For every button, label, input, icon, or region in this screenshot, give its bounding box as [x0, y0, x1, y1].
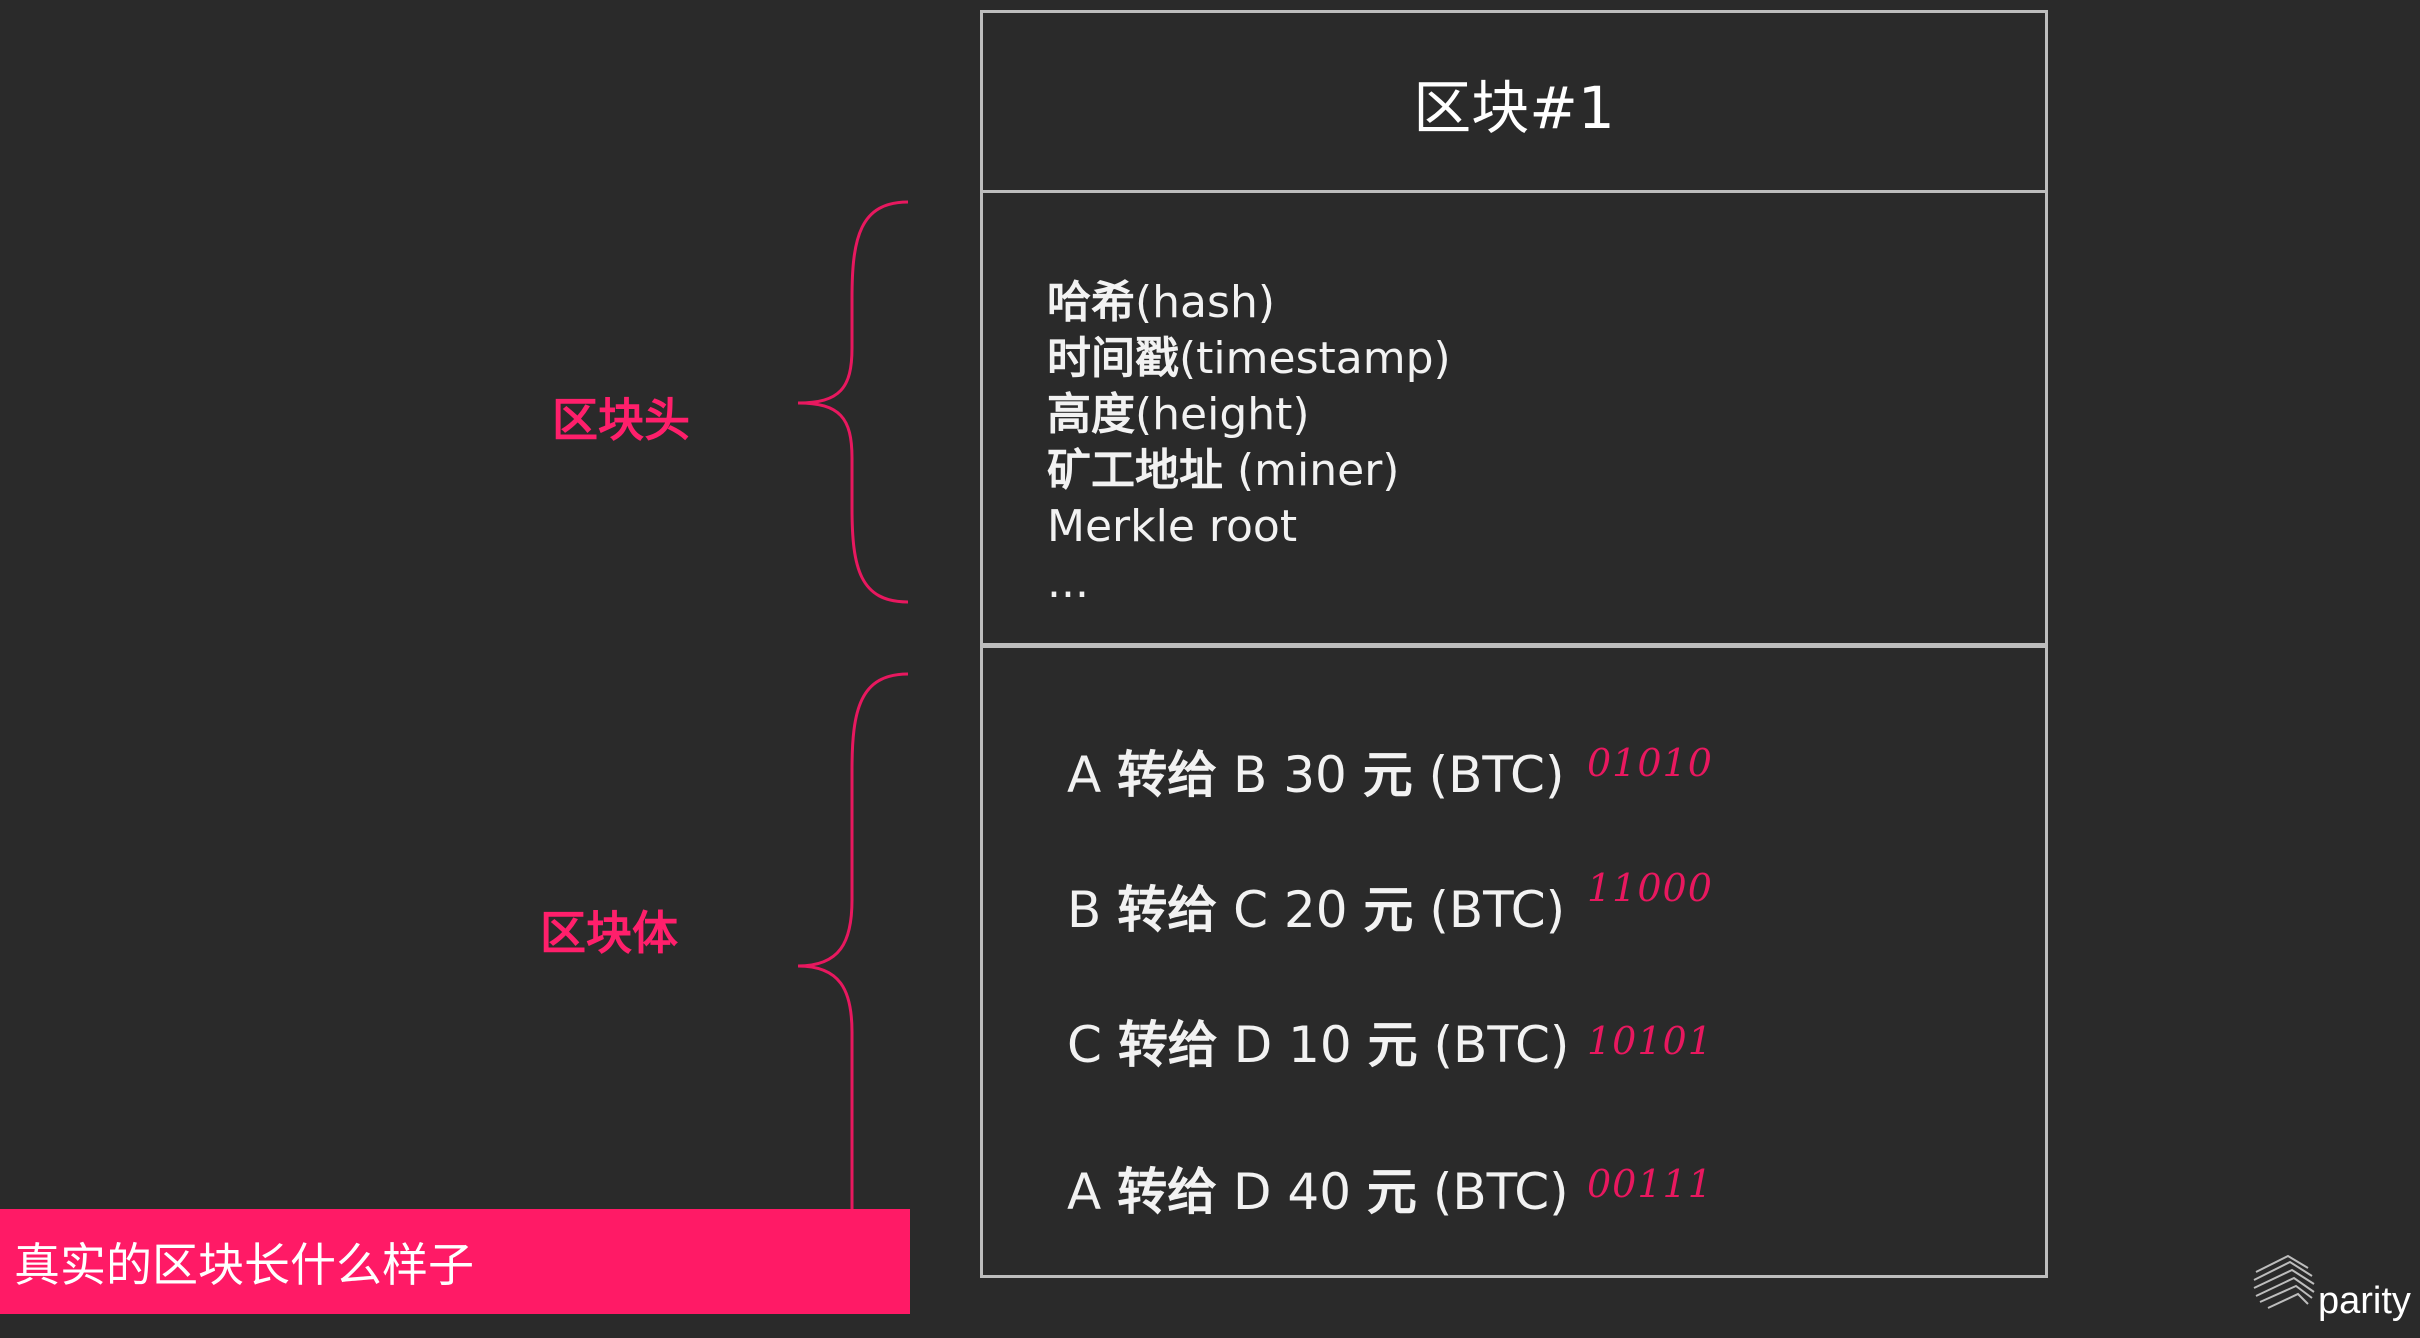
- header-field-timestamp: 时间戳(timestamp): [1047, 333, 1451, 384]
- block-header-fields: 哈希(hash) 时间戳(timestamp) 高度(height) 矿工地址 …: [1047, 275, 1451, 611]
- transaction-row: B 转给 C 20 元 (BTC) 11000: [1067, 866, 1967, 940]
- header-field-miner: 矿工地址 (miner): [1047, 445, 1400, 496]
- transaction-bits: 00111: [1587, 1162, 1713, 1206]
- transaction-text: A 转给 B 30 元 (BTC): [1067, 746, 1565, 804]
- parity-logo: parity: [2248, 1250, 2418, 1330]
- transaction-bits: 11000: [1587, 866, 1713, 910]
- body-brace-icon: [797, 672, 909, 1230]
- transaction-row: C 转给 D 10 元 (BTC) 10101: [1067, 1005, 1967, 1075]
- header-field-height: 高度(height): [1047, 389, 1310, 440]
- transaction-bits: 01010: [1587, 741, 1713, 785]
- transaction-row: A 转给 B 30 元 (BTC) 01010: [1067, 735, 1967, 805]
- title-divider: [983, 190, 2045, 193]
- transaction-text: C 转给 D 10 元 (BTC): [1067, 1016, 1570, 1074]
- block-title: 区块#1: [1413, 74, 1615, 142]
- header-brace-icon: [797, 200, 909, 604]
- slide: 区块#1 哈希(hash) 时间戳(timestamp) 高度(height) …: [0, 0, 2420, 1338]
- slide-caption-banner: 真实的区块长什么样子: [0, 1209, 910, 1314]
- header-field-ellipsis: ...: [1047, 557, 1089, 608]
- block-header-label: 区块头: [552, 393, 690, 447]
- block-diagram: 区块#1 哈希(hash) 时间戳(timestamp) 高度(height) …: [980, 10, 2048, 1278]
- transaction-text: A 转给 D 40 元 (BTC): [1067, 1163, 1569, 1221]
- header-body-divider: [983, 643, 2045, 648]
- block-body-label: 区块体: [540, 906, 678, 960]
- parity-logo-icon: [2253, 1254, 2315, 1309]
- transaction-row: A 转给 D 40 元 (BTC) 00111: [1067, 1152, 1967, 1222]
- header-field-merkle-root: Merkle root: [1047, 501, 1298, 552]
- parity-logo-text: parity: [2318, 1280, 2411, 1322]
- header-field-hash: 哈希(hash): [1047, 277, 1275, 328]
- transaction-text: B 转给 C 20 元 (BTC): [1067, 881, 1566, 939]
- transaction-bits: 10101: [1587, 1019, 1713, 1063]
